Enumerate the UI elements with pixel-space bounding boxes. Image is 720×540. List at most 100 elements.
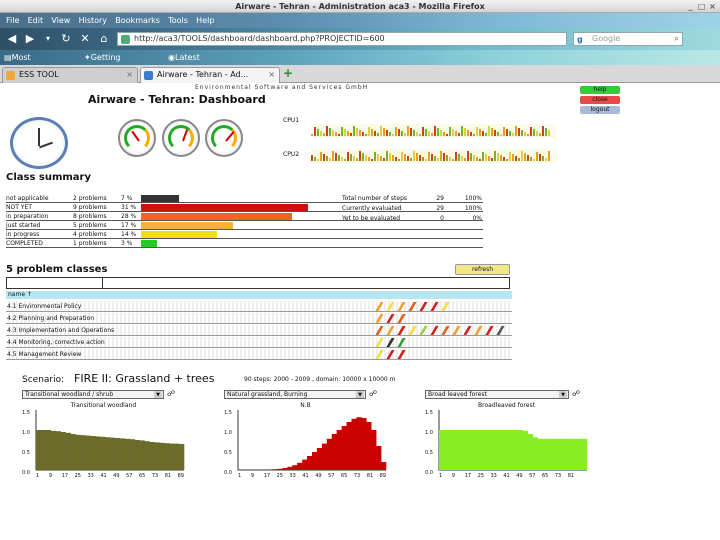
tick-mark-icon[interactable] (375, 326, 384, 335)
help-button[interactable]: help (580, 86, 620, 94)
tick-mark-icon[interactable] (375, 314, 384, 323)
chart-options-icon[interactable]: ☍ (369, 389, 377, 398)
tick-mark-icon[interactable] (375, 350, 384, 359)
new-tab-icon[interactable]: + (283, 66, 293, 80)
tick-mark-icon[interactable] (474, 326, 483, 335)
problem-name[interactable]: 4.3 Implementation and Operations (7, 327, 114, 334)
tick-mark-icon[interactable] (408, 326, 417, 335)
menu-help[interactable]: Help (196, 13, 214, 28)
forward-icon[interactable]: ▶ (22, 32, 38, 46)
problem-row[interactable]: 4.4 Monitoring, corrective action (6, 337, 512, 348)
tick-mark-icon[interactable] (397, 338, 406, 347)
minimize-icon[interactable]: _ (686, 2, 695, 11)
site-favicon-icon (121, 35, 130, 44)
cpu-bar (338, 134, 340, 136)
refresh-button[interactable]: refresh (455, 264, 510, 275)
chart-bar (443, 430, 450, 470)
chart-bar (100, 436, 106, 470)
stats-label: Currently evaluated (342, 205, 402, 212)
close-window-icon[interactable]: × (708, 2, 717, 11)
tab-close-icon[interactable]: × (268, 68, 275, 82)
magnifier-icon[interactable]: ⌕ (675, 33, 679, 45)
chart-bar (321, 443, 328, 470)
tick-mark-icon[interactable] (419, 326, 428, 335)
cpu-bar (374, 152, 376, 161)
cpu-bar (524, 153, 526, 161)
tick-mark-icon[interactable] (496, 326, 505, 335)
chart-bar (562, 438, 568, 470)
select-landcover-3[interactable]: Broad leaved forest ▼ (425, 390, 569, 399)
tab-airware[interactable]: Airware - Tehran - Ad... × (140, 67, 280, 83)
tick-mark-icon[interactable] (397, 326, 406, 335)
url-bar[interactable]: http://aca3/TOOLS/dashboard/dashboard.ph… (117, 32, 567, 46)
tick-mark-icon[interactable] (397, 302, 406, 311)
cpu-bar (503, 157, 505, 161)
history-dropdown-icon[interactable]: ▾ (40, 32, 56, 46)
tick-mark-icon[interactable] (430, 326, 439, 335)
tick-mark-icon[interactable] (452, 326, 461, 335)
cpu-bar (395, 127, 397, 136)
problem-name[interactable]: 4.2 Planning and Preparation (7, 315, 94, 322)
tick-mark-icon[interactable] (375, 302, 384, 311)
chart-options-icon[interactable]: ☍ (572, 389, 580, 398)
bookmark-most-visited[interactable]: ▤ Most Visited (4, 50, 39, 77)
cpu-bar (344, 129, 346, 136)
menu-bookmarks[interactable]: Bookmarks (115, 13, 160, 28)
problem-name[interactable]: 4.4 Monitoring, corrective action (7, 339, 105, 346)
tick-mark-icon[interactable] (397, 350, 406, 359)
status-percent: 31 % (121, 204, 137, 211)
cpu-bar (380, 156, 382, 161)
tick-mark-icon[interactable] (441, 326, 450, 335)
logout-button[interactable]: logout (580, 106, 620, 114)
problem-row[interactable]: 4.1 Environmental Policy (6, 301, 512, 312)
cpu-bar (335, 132, 337, 136)
tick-mark-icon[interactable] (386, 326, 395, 335)
chart-options-icon[interactable]: ☍ (167, 389, 175, 398)
tick-mark-icon[interactable] (386, 338, 395, 347)
bookmark-latest-headlines[interactable]: ◉ Latest Headlines (168, 50, 215, 77)
close-button[interactable]: close (580, 96, 620, 104)
menu-edit[interactable]: Edit (28, 13, 44, 28)
menu-file[interactable]: File (6, 13, 19, 28)
x-tick-label: 41 (100, 473, 107, 479)
menu-tools[interactable]: Tools (168, 13, 188, 28)
reload-icon[interactable]: ↻ (58, 32, 74, 46)
chart-bar (537, 438, 543, 470)
problem-name[interactable]: 4.1 Environmental Policy (7, 303, 81, 310)
chart-bar (134, 440, 140, 470)
chart-bar (503, 430, 509, 470)
tick-mark-icon[interactable] (397, 314, 406, 323)
tick-mark-icon[interactable] (386, 350, 395, 359)
select-landcover-1[interactable]: Transitional woodland / shrub ▼ (22, 390, 164, 399)
tab-close-icon[interactable]: × (126, 68, 133, 82)
select-landcover-2[interactable]: Natural grassland, Burning ▼ (224, 390, 366, 399)
stop-icon[interactable]: ✕ (77, 32, 93, 46)
problem-row[interactable]: 4.5 Management Review (6, 349, 512, 360)
tick-mark-icon[interactable] (441, 302, 450, 311)
tick-mark-icon[interactable] (419, 302, 428, 311)
tick-mark-icon[interactable] (430, 302, 439, 311)
problem-row[interactable]: 4.2 Planning and Preparation (6, 313, 512, 324)
name-column-header[interactable]: name ↑ (6, 291, 512, 299)
x-tick-label: 1 (238, 473, 242, 479)
home-icon[interactable]: ⌂ (96, 32, 112, 46)
tick-mark-icon[interactable] (386, 314, 395, 323)
tick-mark-icon[interactable] (408, 302, 417, 311)
tick-mark-icon[interactable] (386, 302, 395, 311)
search-input[interactable]: g Google ⌕ (573, 32, 683, 46)
menu-view[interactable]: View (51, 13, 70, 28)
x-tick-label: 25 (74, 473, 81, 479)
maximize-icon[interactable]: □ (697, 2, 706, 11)
tab-ess-tool[interactable]: ESS TOOL × (2, 67, 138, 83)
menu-history[interactable]: History (79, 13, 107, 28)
tick-mark-icon[interactable] (485, 326, 494, 335)
bookmark-getting-started[interactable]: ✦ Getting Started (84, 50, 120, 77)
back-icon[interactable]: ◀ (4, 32, 20, 46)
tick-mark-icon[interactable] (375, 338, 384, 347)
filter-input[interactable] (6, 277, 510, 289)
problem-name[interactable]: 4.5 Management Review (7, 351, 81, 358)
cpu1-meter (311, 124, 556, 138)
cpu-bar (410, 158, 412, 161)
tick-mark-icon[interactable] (463, 326, 472, 335)
problem-row[interactable]: 4.3 Implementation and Operations (6, 325, 512, 336)
